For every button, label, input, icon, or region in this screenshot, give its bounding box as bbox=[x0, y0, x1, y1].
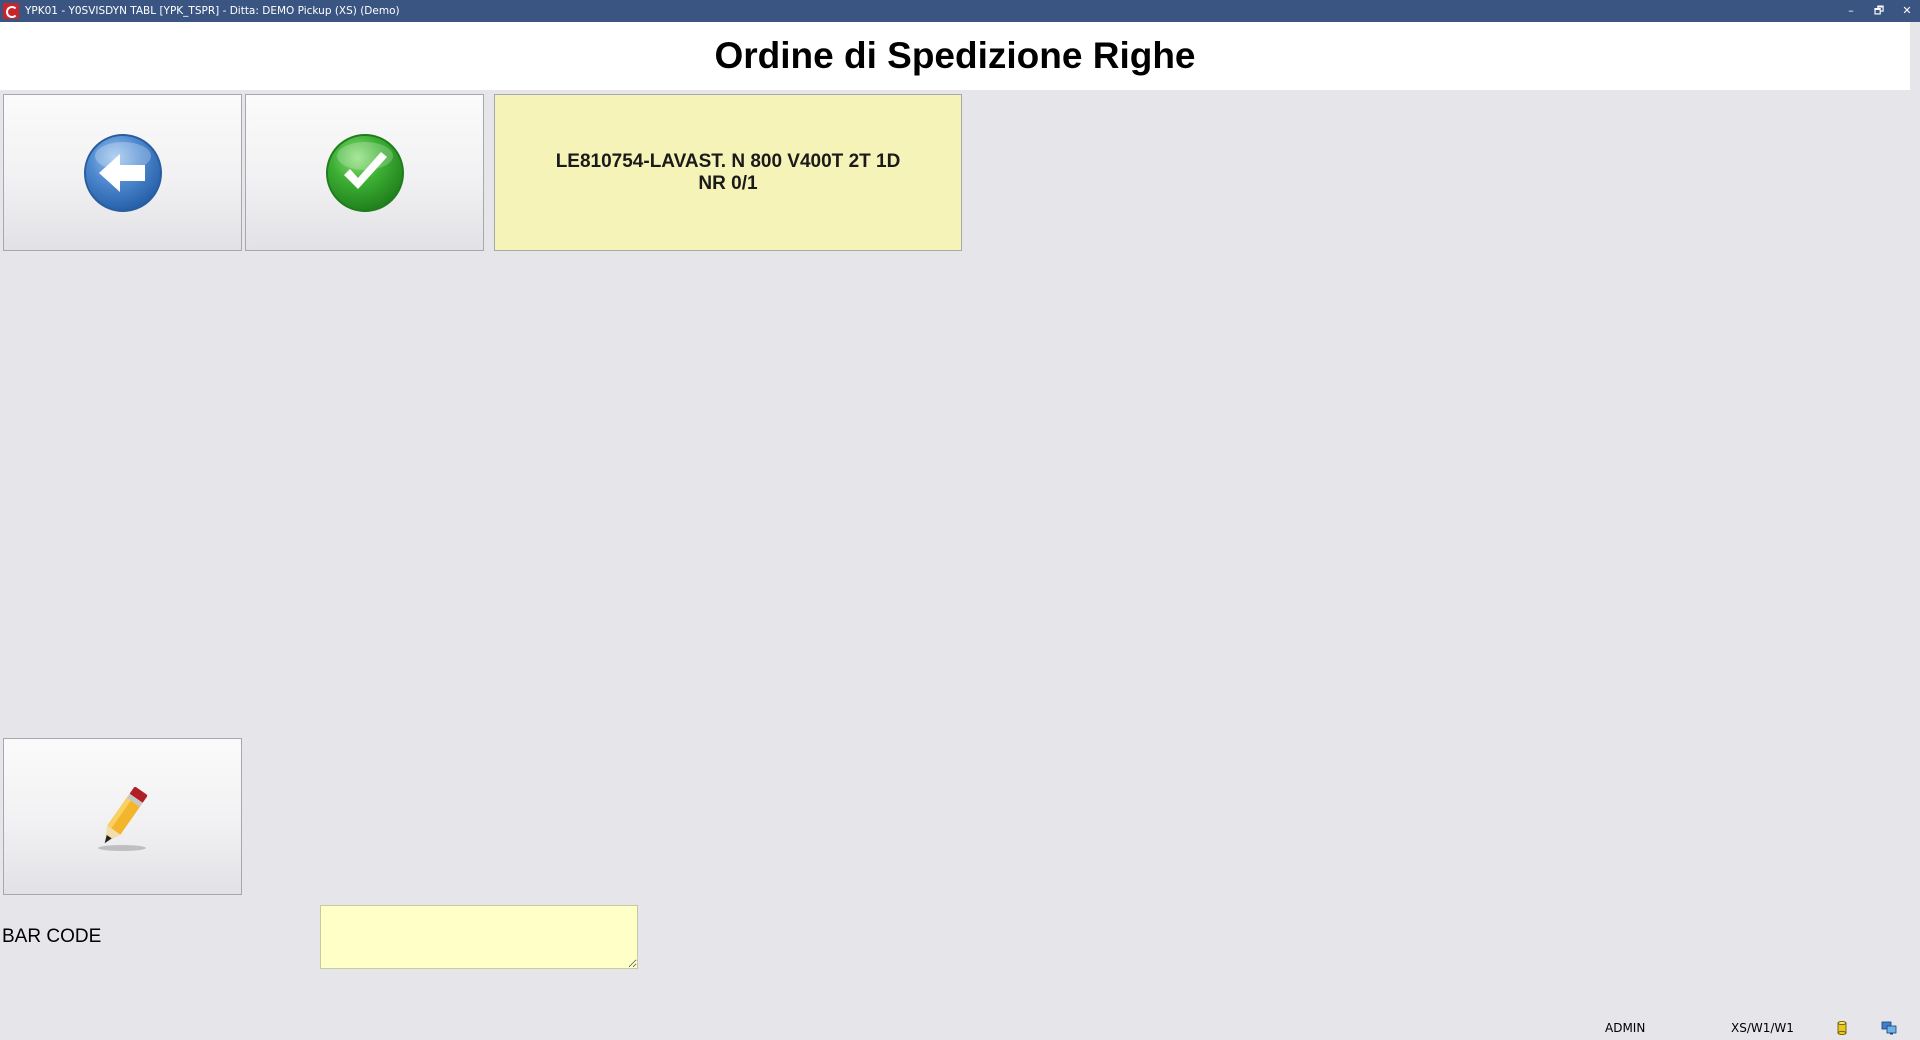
page-title: Ordine di Spedizione Righe bbox=[714, 35, 1196, 76]
item-description: LE810754-LAVAST. N 800 V400T 2T 1D bbox=[555, 150, 901, 172]
status-user: ADMIN bbox=[1605, 1021, 1646, 1035]
window-controls: – 🗗 ✕ bbox=[1844, 0, 1914, 22]
barcode-input[interactable] bbox=[320, 905, 638, 969]
network-icon[interactable] bbox=[1881, 1021, 1897, 1035]
confirm-button[interactable] bbox=[245, 94, 484, 251]
window-title: YPK01 - Y0SVISDYN TABL [YPK_TSPR] - Ditt… bbox=[25, 5, 400, 17]
database-icon[interactable] bbox=[1837, 1021, 1847, 1035]
back-button[interactable] bbox=[3, 94, 242, 251]
item-info-panel[interactable]: LE810754-LAVAST. N 800 V400T 2T 1D NR 0/… bbox=[494, 94, 962, 251]
checkmark-icon bbox=[325, 133, 404, 212]
restore-button[interactable]: 🗗 bbox=[1872, 4, 1886, 18]
status-bar: ADMIN XS/W1/W1 bbox=[0, 1016, 1920, 1040]
pencil-icon bbox=[97, 786, 147, 851]
page-header: Ordine di Spedizione Righe bbox=[0, 22, 1910, 90]
minimize-button[interactable]: – bbox=[1844, 4, 1858, 18]
status-environment: XS/W1/W1 bbox=[1731, 1021, 1794, 1035]
barcode-label: BAR CODE bbox=[2, 926, 102, 947]
edit-button[interactable] bbox=[3, 738, 242, 895]
arrow-left-icon bbox=[83, 133, 162, 212]
app-logo-icon bbox=[3, 3, 19, 19]
window-titlebar: YPK01 - Y0SVISDYN TABL [YPK_TSPR] - Ditt… bbox=[0, 0, 1920, 22]
item-quantity: NR 0/1 bbox=[698, 172, 758, 194]
close-button[interactable]: ✕ bbox=[1900, 4, 1914, 18]
